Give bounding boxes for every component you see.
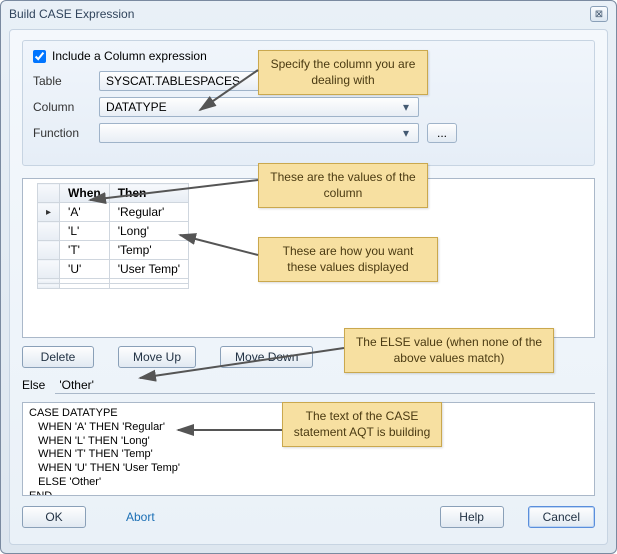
include-column-label: Include a Column expression [52, 49, 207, 63]
annotation-values: These are the values of the column [258, 163, 428, 208]
annotation-column: Specify the column you are dealing with [258, 50, 428, 95]
then-cell[interactable] [109, 284, 188, 289]
else-row: Else [22, 376, 595, 394]
when-cell[interactable]: 'U' [60, 260, 110, 279]
column-combo[interactable]: DATATYPE ▾ [99, 97, 419, 117]
cancel-button[interactable]: Cancel [528, 506, 595, 528]
then-cell[interactable]: 'Regular' [109, 203, 188, 222]
window-title: Build CASE Expression [9, 7, 134, 21]
row-marker [38, 222, 60, 241]
dialog-button-row: OK Abort Help Cancel [22, 506, 595, 528]
when-cell[interactable]: 'A' [60, 203, 110, 222]
dialog-content: Include a Column expression Table SYSCAT… [9, 29, 608, 545]
ok-button[interactable]: OK [22, 506, 86, 528]
table-label: Table [33, 74, 91, 88]
else-input[interactable] [55, 376, 595, 394]
table-row[interactable]: 'U' 'User Temp' [38, 260, 189, 279]
function-label: Function [33, 126, 91, 140]
move-up-button[interactable]: Move Up [118, 346, 196, 368]
col-header-then[interactable]: Then [109, 184, 188, 203]
chevron-down-icon: ▾ [398, 100, 414, 114]
row-marker [38, 260, 60, 279]
then-cell[interactable]: 'Temp' [109, 241, 188, 260]
row-header-blank [38, 184, 60, 203]
function-browse-button[interactable]: ... [427, 123, 457, 143]
when-cell[interactable]: 'L' [60, 222, 110, 241]
table-row[interactable]: 'T' 'Temp' [38, 241, 189, 260]
row-marker [38, 241, 60, 260]
row-marker: ▸ [38, 203, 60, 222]
help-button[interactable]: Help [440, 506, 504, 528]
then-cell[interactable]: 'Long' [109, 222, 188, 241]
when-cell[interactable]: 'T' [60, 241, 110, 260]
when-then-grid[interactable]: When Then ▸ 'A' 'Regular' 'L' 'Long' [37, 183, 189, 289]
include-column-checkbox[interactable] [33, 50, 46, 63]
column-value: DATATYPE [106, 100, 167, 114]
move-down-button[interactable]: Move Down [220, 346, 313, 368]
then-cell[interactable]: 'User Temp' [109, 260, 188, 279]
titlebar: Build CASE Expression ⊠ [1, 1, 616, 27]
function-combo[interactable]: ▾ [99, 123, 419, 143]
table-row[interactable] [38, 284, 189, 289]
annotation-preview: The text of the CASE statement AQT is bu… [282, 402, 442, 447]
row-marker [38, 284, 60, 289]
annotation-else: The ELSE value (when none of the above v… [344, 328, 554, 373]
abort-button[interactable]: Abort [126, 510, 155, 524]
chevron-down-icon: ▾ [398, 126, 414, 140]
table-row[interactable]: 'L' 'Long' [38, 222, 189, 241]
table-value: SYSCAT.TABLESPACES [106, 74, 240, 88]
when-cell[interactable] [60, 284, 110, 289]
column-label: Column [33, 100, 91, 114]
annotation-display: These are how you want these values disp… [258, 237, 438, 282]
ellipsis-icon: ... [437, 126, 447, 140]
col-header-when[interactable]: When [60, 184, 110, 203]
delete-button[interactable]: Delete [22, 346, 94, 368]
table-row[interactable]: ▸ 'A' 'Regular' [38, 203, 189, 222]
else-label: Else [22, 378, 45, 392]
close-button[interactable]: ⊠ [590, 6, 608, 22]
